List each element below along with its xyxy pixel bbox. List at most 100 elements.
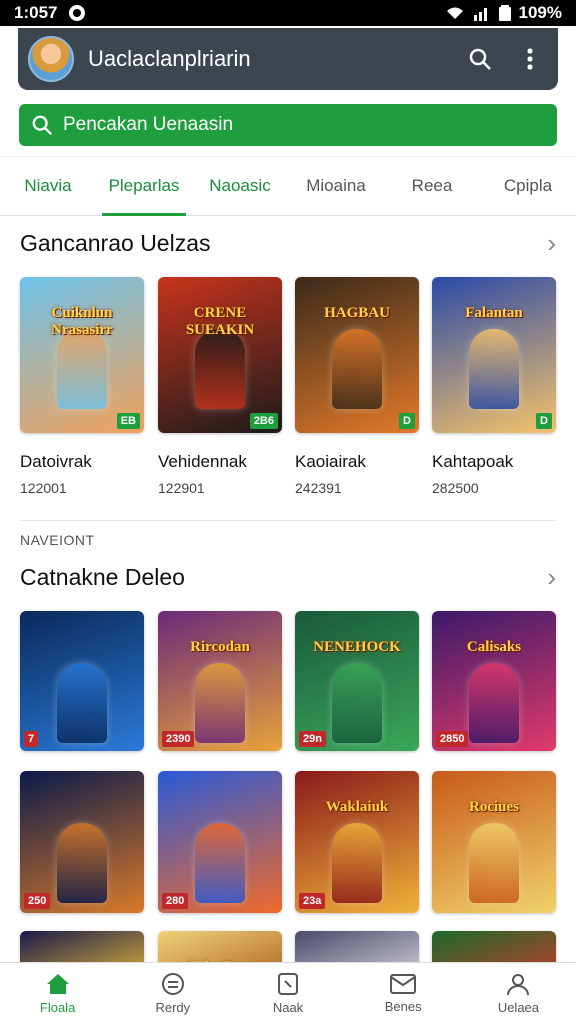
search-icon [32,115,52,135]
status-time: 1:057 [14,3,58,22]
section-title: Catnaknе Deleo [20,564,185,590]
tab-pleparlas[interactable]: Pleparlas [96,156,192,216]
game-logo-text: Cuiknlun Nrasasirr [51,305,113,338]
controller-icon [161,973,184,995]
game-tile[interactable]: Cuiknlun Nrasasirr EB [20,277,144,433]
game-tile[interactable]: Falantan D [432,277,556,433]
rating-badge: 280 [162,893,189,909]
game-tile[interactable]: Rociues [432,771,556,913]
chevron-right-icon[interactable]: › [547,228,556,259]
nav-profile[interactable]: Uelaea [461,963,576,1024]
rating-badge: EB [116,413,140,429]
game-title[interactable]: Datoivrak [20,452,92,472]
section-caption: NAVEIONT [20,532,95,548]
game-tile[interactable]: CRENE SUEAKIN 2B6 [158,277,282,433]
tab-niavia[interactable]: Niavia [0,156,96,216]
download-count: 122901 [158,480,205,496]
rating-badge: 2390 [162,731,195,747]
game-tile[interactable]: 250 [20,771,144,913]
game-tile[interactable]: Calisaks 2850 [432,611,556,751]
game-title[interactable]: Kaoiairak [295,452,366,472]
home-icon [46,974,69,994]
nav-label: Naak [272,1000,304,1015]
nav-label: Floala [39,1000,76,1015]
rating-badge: 2850 [436,731,469,747]
game-tile[interactable]: 280 [158,771,282,913]
chevron-right-icon[interactable]: › [547,562,556,593]
tab-mioaina[interactable]: Mioaina [288,156,384,216]
nav-home[interactable]: Floala [0,963,115,1024]
game-title[interactable]: Kahtapoak [432,452,513,472]
divider [20,520,556,521]
tab-cpipla[interactable]: Cpipla [480,156,576,216]
profile-icon [507,974,530,996]
game-logo-text: Waklaiuk [325,799,389,815]
game-logo-text: Falantan [465,305,523,321]
game-logo-text: CRENE SUEAKIN [185,305,255,338]
search-icon [469,48,491,70]
rating-badge: 7 [24,731,39,747]
game-logo-text: Calisaks [466,639,522,655]
game-tile[interactable]: Rircodan 2390 [158,611,282,751]
section-header[interactable]: Gancanrao Uelzas › [20,228,556,259]
game-character-art [195,663,245,743]
game-character-art [469,663,519,743]
nav-label: Benes [384,999,422,1014]
rating-badge: 23a [299,893,326,909]
section-header[interactable]: Catnaknе Deleo › [20,562,556,593]
rating-badge: D [399,413,415,429]
battery-icon [498,5,511,21]
notification-icon [69,5,86,21]
download-count: 282500 [432,480,479,496]
game-character-art [469,329,519,409]
game-tile[interactable]: NENEHOCK 29n [295,611,419,751]
game-character-art [332,329,382,409]
search-bar[interactable] [19,104,557,146]
game-logo-text: NENEHOCK [313,639,401,655]
bottom-nav: Floala Rerdy Naak Benes Uelaea [0,962,576,1024]
game-character-art [195,329,245,409]
rating-badge: 2B6 [249,413,278,429]
game-character-art [469,823,519,903]
nav-label: Uelaea [497,1000,540,1015]
game-tile[interactable]: Waklaiuk 23a [295,771,419,913]
game-character-art [57,663,107,743]
avatar[interactable] [28,36,74,82]
nav-messages[interactable]: Benes [346,963,461,1024]
battery-level: 109% [518,3,562,22]
game-logo-text: HAGBAU [324,305,390,321]
game-character-art [57,329,107,409]
signal-icon [473,8,487,21]
apps-icon [278,973,298,995]
game-character-art [332,823,382,903]
rating-badge: 250 [24,893,51,909]
game-logo-text: Rociues [469,799,519,815]
app-bar: Uaclaclanplriarin [18,28,558,90]
game-character-art [332,663,382,743]
section-title: Gancanrao Uelzas [20,230,211,256]
more-options-button[interactable] [512,41,548,77]
more-vert-icon [527,48,533,70]
tab-reea[interactable]: Reea [384,156,480,216]
search-input[interactable] [63,114,533,136]
status-bar: 1:057 109% [0,0,576,26]
game-character-art [57,823,107,903]
nav-apps[interactable]: Naak [230,963,345,1024]
game-character-art [195,823,245,903]
wifi-icon [446,7,463,19]
game-tile[interactable]: HAGBAU D [295,277,419,433]
rating-badge: 29n [299,731,326,747]
search-button[interactable] [462,41,498,77]
category-tabs: Niavia Pleparlas Naoasic Mioaina Reea Cp… [0,156,576,216]
game-logo-text: Rircodan [190,639,250,655]
download-count: 122001 [20,480,67,496]
nav-label: Rerdy [155,1000,191,1015]
nav-games[interactable]: Rerdy [115,963,230,1024]
download-count: 242391 [295,480,342,496]
rating-badge: D [536,413,552,429]
mail-icon [390,974,417,994]
game-tile[interactable]: 7 [20,611,144,751]
tab-naoasic[interactable]: Naoasic [192,156,288,216]
game-title[interactable]: Vehidennak [158,452,247,472]
app-title: Uaclaclanplriarin [88,46,251,71]
